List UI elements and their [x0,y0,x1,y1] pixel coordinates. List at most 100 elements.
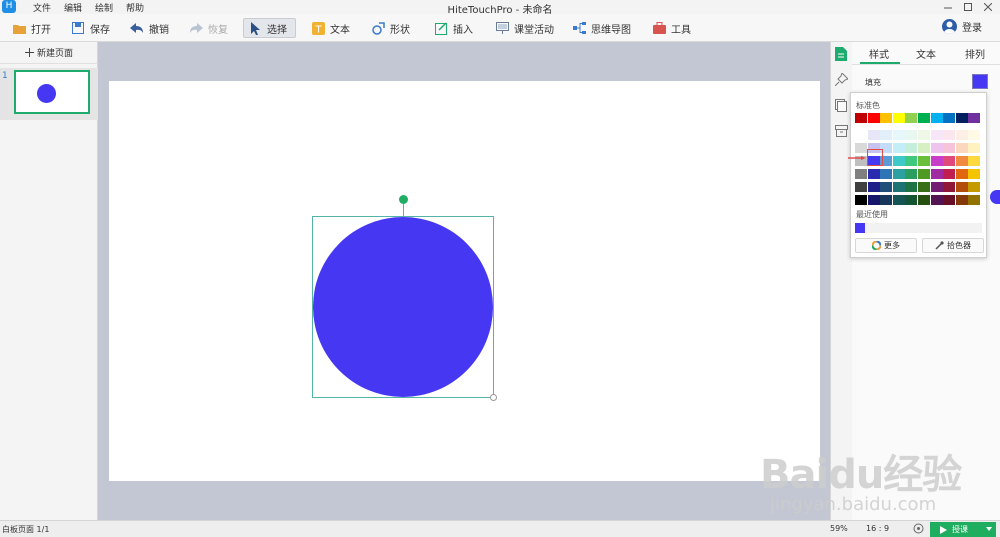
slide-page[interactable] [109,81,820,481]
zoom-level[interactable]: 59% [830,524,848,533]
palette-color-swatch[interactable] [955,143,968,153]
standard-color-swatch[interactable] [943,113,956,123]
resize-handle[interactable] [490,394,497,401]
palette-color-swatch[interactable] [955,130,968,140]
undo-button[interactable]: 撤销 [126,18,173,38]
menu-edit[interactable]: 编辑 [64,1,82,14]
palette-color-swatch[interactable] [918,169,930,179]
class-activity-button[interactable]: 课堂活动 [491,18,558,38]
circle-shape[interactable] [313,217,493,397]
palette-color-swatch[interactable] [943,143,956,153]
more-colors-button[interactable]: 更多 [855,238,917,253]
palette-color-swatch[interactable] [867,195,880,205]
recent-color-swatch[interactable] [855,223,865,233]
palette-color-swatch[interactable] [880,182,893,192]
archive-icon[interactable] [835,125,849,139]
palette-color-swatch[interactable] [892,143,905,153]
palette-color-swatch[interactable] [892,169,905,179]
new-page-button[interactable]: 新建页面 [0,42,98,64]
mindmap-button[interactable]: 思维导图 [568,18,635,38]
palette-color-swatch[interactable] [943,195,956,205]
standard-color-swatch[interactable] [855,113,867,123]
palette-color-swatch[interactable] [867,169,880,179]
palette-color-swatch[interactable] [968,130,981,140]
tab-style[interactable]: 样式 [869,46,889,61]
palette-color-swatch[interactable] [930,169,943,179]
standard-color-swatch[interactable] [930,113,943,123]
standard-color-swatch[interactable] [892,113,905,123]
palette-color-swatch[interactable] [968,169,981,179]
eyedropper-button[interactable]: 拾色器 [922,238,984,253]
palette-color-swatch[interactable] [943,169,956,179]
palette-color-swatch[interactable] [930,156,943,166]
palette-color-swatch[interactable] [905,143,918,153]
palette-color-swatch[interactable] [943,156,956,166]
menu-draw[interactable]: 绘制 [95,1,113,14]
fit-screen-icon[interactable] [913,523,924,534]
standard-color-swatch[interactable] [880,113,893,123]
palette-color-swatch[interactable] [968,195,981,205]
palette-color-swatch[interactable] [955,169,968,179]
palette-color-swatch[interactable] [867,130,880,140]
palette-color-swatch[interactable] [968,156,981,166]
palette-color-swatch[interactable] [968,143,981,153]
palette-color-swatch[interactable] [880,169,893,179]
select-button[interactable]: 选择 [243,18,296,38]
palette-color-swatch[interactable] [905,195,918,205]
palette-color-swatch[interactable] [855,182,867,192]
tools-button[interactable]: 工具 [648,18,695,38]
palette-color-swatch[interactable] [955,156,968,166]
palette-color-swatch[interactable] [892,156,905,166]
tab-arrange[interactable]: 排列 [965,46,985,61]
palette-color-swatch[interactable] [955,182,968,192]
standard-color-swatch[interactable] [918,113,930,123]
palette-color-swatch[interactable] [918,143,930,153]
palette-color-swatch[interactable] [855,195,867,205]
palette-color-swatch[interactable] [968,182,981,192]
style-doc-icon[interactable] [835,47,849,61]
pin-icon[interactable] [834,72,849,87]
rotate-handle[interactable] [399,195,408,204]
palette-color-swatch[interactable] [918,195,930,205]
minimize-icon[interactable] [940,0,956,13]
start-class-button[interactable]: 授课 [930,522,996,537]
palette-color-swatch[interactable] [918,182,930,192]
standard-color-swatch[interactable] [867,113,880,123]
text-button[interactable]: T 文本 [307,18,354,38]
login-button[interactable]: 登录 [942,19,982,34]
standard-color-swatch[interactable] [905,113,918,123]
palette-color-swatch[interactable] [918,156,930,166]
palette-color-swatch[interactable] [892,130,905,140]
page-thumbnail[interactable] [14,70,90,114]
palette-color-swatch[interactable] [855,169,867,179]
standard-color-swatch[interactable] [955,113,968,123]
layers-icon[interactable] [835,99,849,113]
palette-color-swatch[interactable] [905,130,918,140]
aspect-ratio[interactable]: 16 : 9 [866,524,889,533]
palette-color-swatch[interactable] [930,195,943,205]
palette-color-swatch[interactable] [867,182,880,192]
palette-color-swatch[interactable] [930,182,943,192]
palette-color-swatch[interactable] [905,156,918,166]
palette-color-swatch[interactable] [855,143,867,153]
palette-color-swatch[interactable] [880,195,893,205]
palette-color-swatch[interactable] [930,143,943,153]
fill-color-swatch[interactable] [972,74,988,89]
palette-color-swatch[interactable] [930,130,943,140]
menu-file[interactable]: 文件 [33,1,51,14]
palette-color-swatch[interactable] [955,195,968,205]
redo-button[interactable]: 恢复 [185,18,232,38]
tab-text[interactable]: 文本 [916,46,936,61]
standard-color-swatch[interactable] [968,113,981,123]
palette-color-swatch[interactable] [905,169,918,179]
palette-color-swatch[interactable] [880,130,893,140]
palette-color-swatch[interactable] [943,182,956,192]
palette-color-swatch[interactable] [905,182,918,192]
palette-color-swatch[interactable] [892,195,905,205]
shape-button[interactable]: 形状 [367,18,414,38]
menu-help[interactable]: 帮助 [126,1,144,14]
close-icon[interactable] [980,0,996,13]
palette-color-swatch[interactable] [855,130,867,140]
insert-button[interactable]: 插入 [430,18,477,38]
open-button[interactable]: 打开 [8,18,55,38]
